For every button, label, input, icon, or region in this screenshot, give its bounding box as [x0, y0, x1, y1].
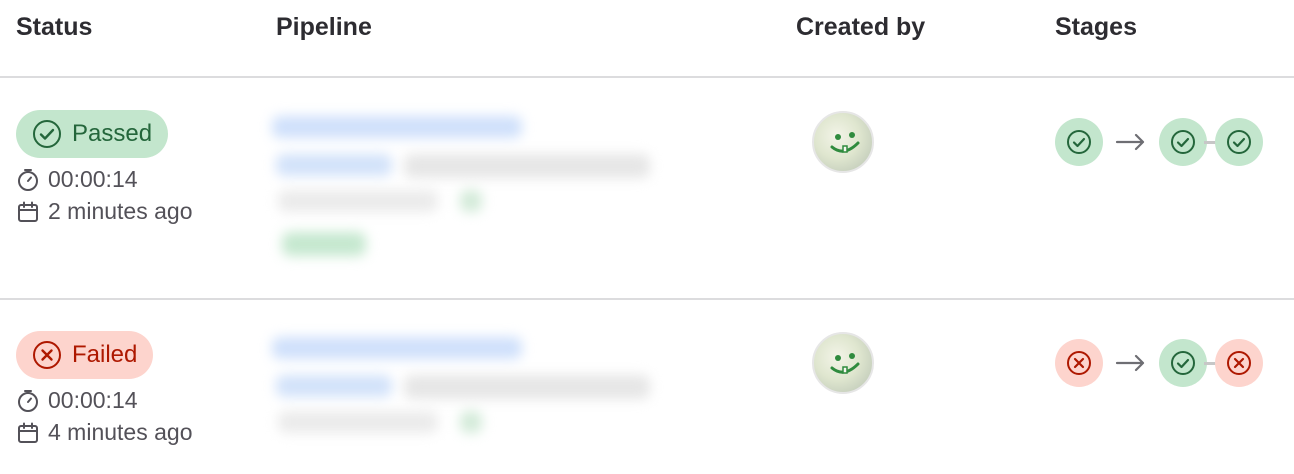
user-avatar-icon	[830, 353, 860, 374]
duration: 00:00:14	[16, 166, 138, 193]
status-badge-passed[interactable]: Passed	[16, 110, 169, 158]
status-success-icon	[33, 120, 61, 148]
column-header-stages: Stages	[1055, 13, 1137, 41]
stage-passed[interactable]	[1215, 118, 1263, 166]
avatar[interactable]	[812, 111, 874, 173]
timer-icon	[18, 389, 38, 412]
arrow-right-icon	[1115, 354, 1145, 372]
status-badge-label: Passed	[72, 120, 153, 147]
status-badge-label: Failed	[72, 341, 138, 368]
stage-passed[interactable]	[1159, 118, 1207, 166]
finished-time-value: 4 minutes ago	[48, 419, 193, 445]
column-header-pipeline: Pipeline	[276, 13, 372, 41]
stage-failed[interactable]	[1055, 339, 1103, 387]
avatar[interactable]	[812, 332, 874, 394]
finished-time: 2 minutes ago	[16, 198, 192, 225]
status-success-icon	[1227, 130, 1251, 154]
duration-value: 00:00:14	[48, 166, 138, 192]
status-success-icon	[1171, 130, 1195, 154]
timer-icon	[18, 168, 38, 191]
status-failed-icon	[1067, 351, 1091, 375]
calendar-icon	[18, 201, 38, 222]
calendar-icon	[18, 422, 38, 443]
status-success-icon	[1067, 130, 1091, 154]
duration: 00:00:14	[16, 387, 138, 414]
status-failed-icon	[33, 341, 61, 369]
duration-value: 00:00:14	[48, 387, 138, 413]
finished-time-value: 2 minutes ago	[48, 198, 193, 224]
stage-passed[interactable]	[1159, 339, 1207, 387]
status-failed-icon	[1227, 351, 1251, 375]
status-success-icon	[1171, 351, 1195, 375]
stage-passed[interactable]	[1055, 118, 1103, 166]
status-badge-failed[interactable]: Failed	[16, 331, 154, 379]
finished-time: 4 minutes ago	[16, 419, 192, 446]
arrow-right-icon	[1115, 133, 1145, 151]
header-divider	[0, 76, 1294, 78]
column-header-status: Status	[16, 13, 93, 41]
row-divider	[0, 298, 1294, 300]
column-header-created-by: Created by	[796, 13, 926, 41]
user-avatar-icon	[830, 132, 860, 153]
stage-failed[interactable]	[1215, 339, 1263, 387]
